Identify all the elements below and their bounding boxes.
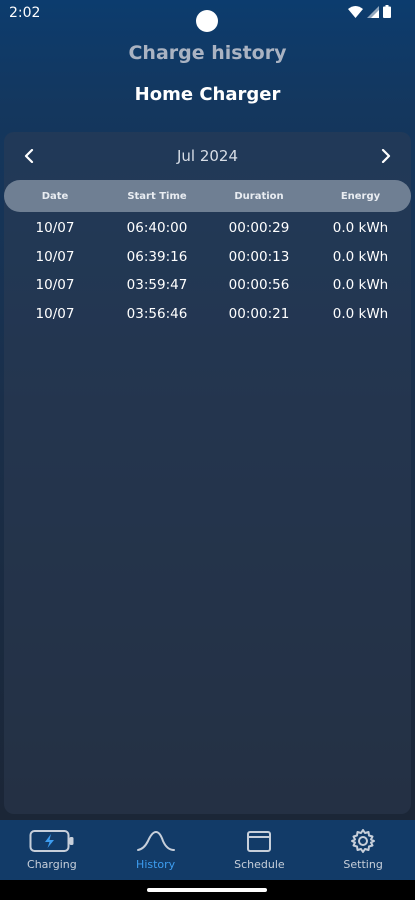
cell-start-time: 06:40:00 (126, 220, 188, 237)
gesture-navigation-area (0, 880, 415, 900)
cell-start-time: 03:56:46 (126, 305, 188, 322)
status-icons (348, 5, 391, 18)
home-indicator[interactable] (147, 888, 267, 892)
page-title: Charge history (128, 42, 287, 64)
nav-tab-label: Charging (27, 858, 77, 871)
nav-tab-charging[interactable]: Charging (0, 820, 104, 880)
table-header: Date Start Time Duration Energy (4, 180, 411, 212)
month-navigator: Jul 2024 (4, 142, 411, 170)
cell-date: 10/07 (35, 248, 75, 265)
table-row[interactable]: 10/07 03:56:46 00:00:21 0.0 kWh (4, 300, 411, 329)
wifi-icon (348, 5, 363, 18)
cell-energy: 0.0 kWh (332, 277, 389, 294)
cellular-signal-icon (367, 5, 379, 18)
charger-name: Home Charger (134, 84, 281, 105)
nav-tab-schedule[interactable]: Schedule (208, 820, 312, 880)
chevron-right-icon (381, 149, 391, 163)
column-header-date: Date (41, 190, 69, 202)
status-time: 2:02 (9, 5, 41, 21)
cell-duration: 00:00:56 (228, 277, 290, 294)
month-label: Jul 2024 (176, 147, 239, 165)
nav-tab-label: Schedule (234, 858, 285, 871)
nav-tab-label: History (136, 858, 176, 871)
battery-charging-icon (29, 828, 75, 854)
table-row[interactable]: 10/07 06:40:00 00:00:29 0.0 kWh (4, 214, 411, 243)
cell-date: 10/07 (35, 220, 75, 237)
cell-energy: 0.0 kWh (332, 305, 389, 322)
column-header-energy: Energy (340, 190, 381, 202)
cell-date: 10/07 (35, 277, 75, 294)
table-body: 10/07 06:40:00 00:00:29 0.0 kWh 10/07 06… (4, 214, 411, 328)
column-header-duration: Duration (234, 190, 284, 202)
calendar-icon (246, 828, 272, 854)
cell-duration: 00:00:21 (228, 305, 290, 322)
cell-energy: 0.0 kWh (332, 248, 389, 265)
status-bar: 2:02 (0, 0, 415, 32)
cell-duration: 00:00:29 (228, 220, 290, 237)
cell-date: 10/07 (35, 305, 75, 322)
cell-energy: 0.0 kWh (332, 220, 389, 237)
battery-icon (383, 5, 391, 18)
history-card: Jul 2024 Date Start Time Duration Energy… (4, 132, 411, 814)
camera-cutout (196, 10, 218, 32)
cell-start-time: 03:59:47 (126, 277, 188, 294)
next-month-button[interactable] (376, 146, 396, 166)
bottom-navigation: Charging History Schedule Setting (0, 820, 415, 880)
table-row[interactable]: 10/07 06:39:16 00:00:13 0.0 kWh (4, 243, 411, 272)
wave-icon (136, 828, 176, 854)
cell-duration: 00:00:13 (228, 248, 290, 265)
nav-tab-history[interactable]: History (104, 820, 208, 880)
gear-icon (350, 828, 376, 854)
table-row[interactable]: 10/07 03:59:47 00:00:56 0.0 kWh (4, 271, 411, 300)
nav-tab-setting[interactable]: Setting (311, 820, 415, 880)
cell-start-time: 06:39:16 (126, 248, 188, 265)
nav-tab-label: Setting (343, 858, 383, 871)
column-header-start-time: Start Time (127, 190, 187, 202)
